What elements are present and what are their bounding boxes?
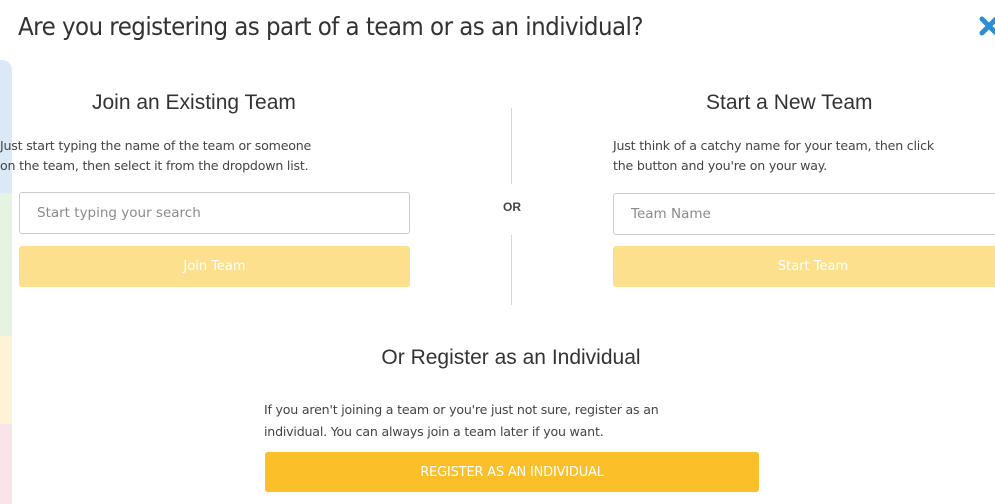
join-team-description: Just start typing the name of the team o… bbox=[0, 136, 311, 176]
join-team-description-line: on the team, then select it from the dro… bbox=[0, 158, 309, 173]
team-name-input[interactable] bbox=[613, 193, 995, 235]
join-team-description-line: Just start typing the name of the team o… bbox=[0, 138, 312, 153]
individual-description: If you aren't joining a team or you're j… bbox=[264, 399, 659, 443]
modal-title: Are you registering as part of a team or… bbox=[18, 12, 644, 41]
join-team-button[interactable]: Join Team bbox=[19, 246, 410, 287]
individual-description-line: individual. You can always join a team l… bbox=[264, 424, 604, 439]
background-page-edge bbox=[0, 60, 12, 504]
register-individual-button[interactable]: REGISTER AS AN INDIVIDUAL bbox=[265, 452, 759, 492]
start-team-button[interactable]: Start Team bbox=[613, 246, 995, 287]
join-team-title: Join an Existing Team bbox=[92, 91, 296, 114]
new-team-title: Start a New Team bbox=[706, 91, 873, 114]
new-team-description-line: the button and you're on your way. bbox=[613, 158, 828, 173]
or-separator-label: OR bbox=[503, 200, 521, 214]
individual-title: Or Register as an Individual bbox=[381, 346, 641, 369]
close-icon bbox=[979, 16, 995, 36]
new-team-description: Just think of a catchy name for your tea… bbox=[613, 136, 934, 176]
column-divider-bottom bbox=[511, 235, 512, 305]
team-search-input[interactable] bbox=[19, 192, 410, 234]
new-team-description-line: Just think of a catchy name for your tea… bbox=[613, 138, 934, 153]
registration-modal: Are you registering as part of a team or… bbox=[0, 0, 995, 504]
individual-description-line: If you aren't joining a team or you're j… bbox=[264, 402, 659, 417]
column-divider-top bbox=[511, 108, 512, 184]
close-button[interactable] bbox=[977, 14, 995, 38]
